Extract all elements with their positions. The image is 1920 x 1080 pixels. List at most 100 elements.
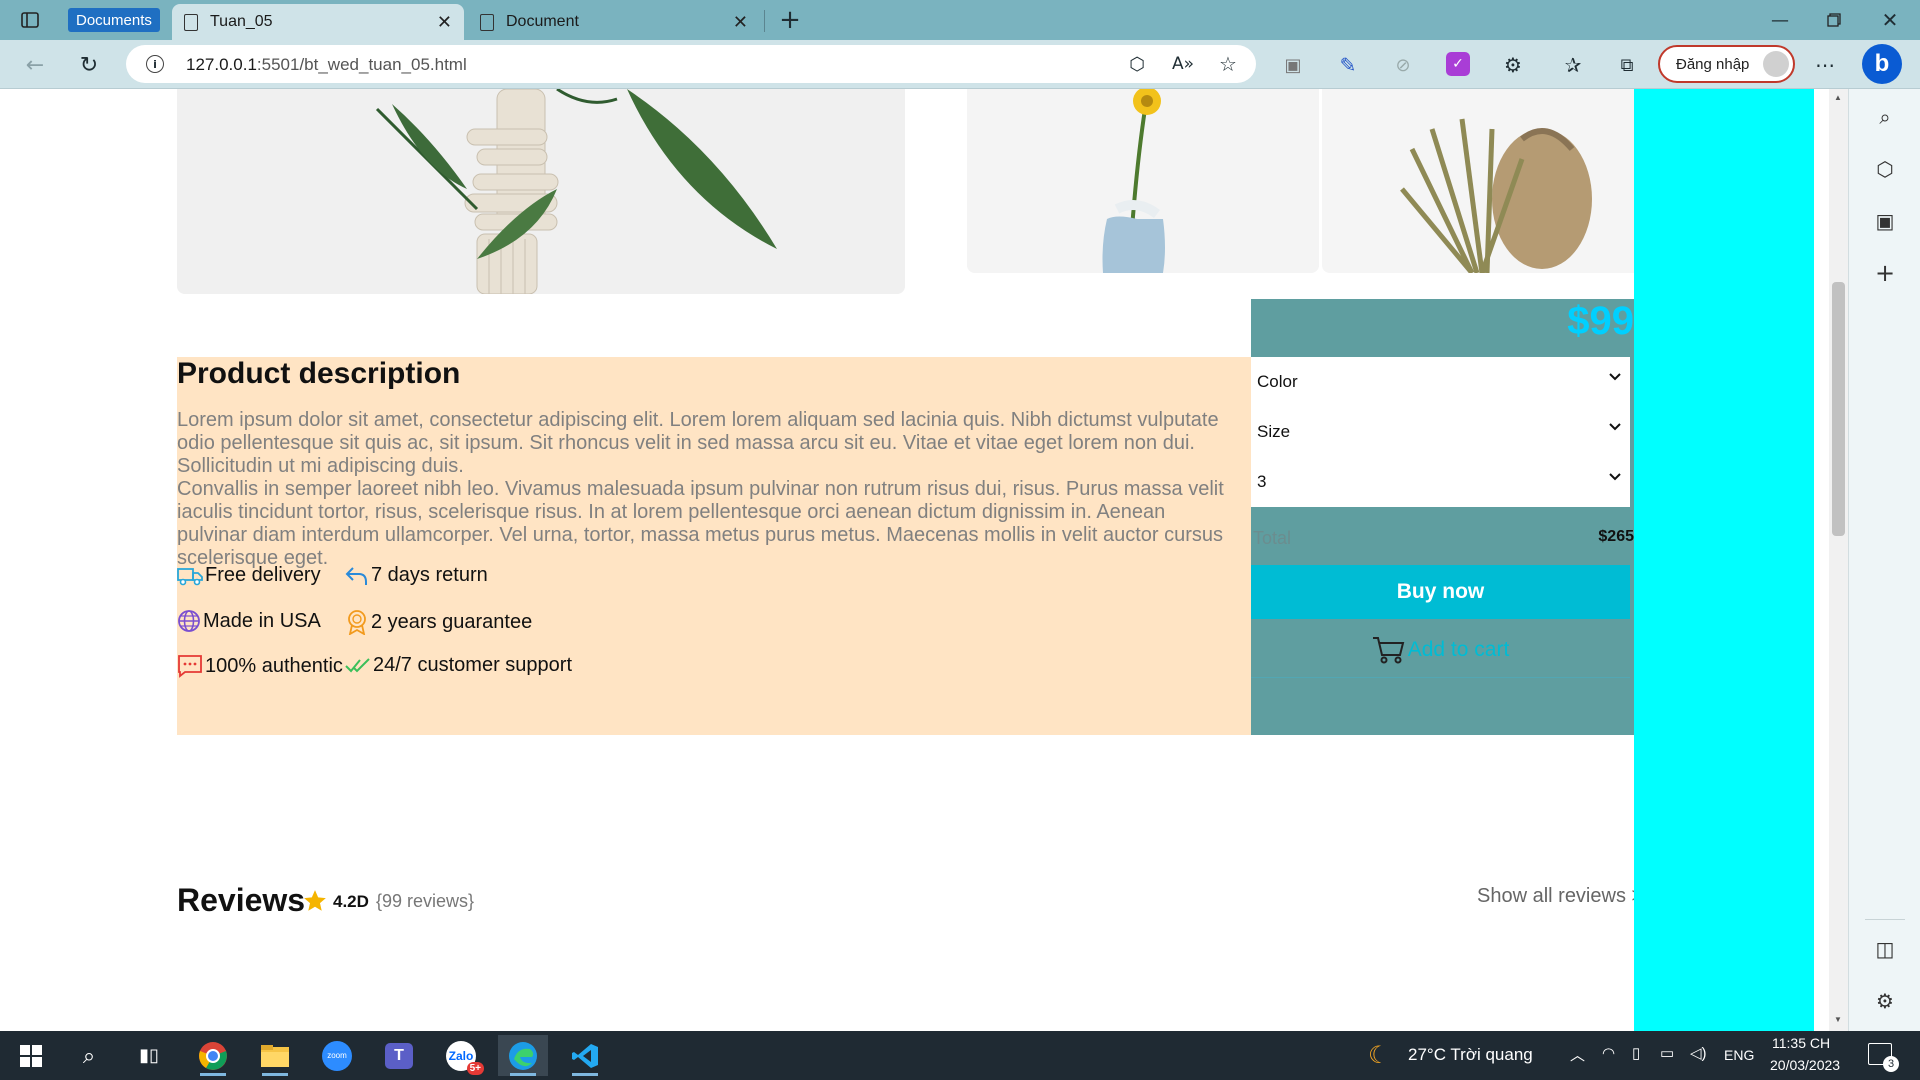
browser-toolbar: ← ↻ i 127.0.0.1:5501/bt_wed_tuan_05.html… [0, 40, 1920, 89]
feature-guarantee: 2 years guarantee [345, 609, 532, 635]
sign-in-button[interactable]: Đăng nhập [1658, 45, 1795, 83]
scrollbar-thumb[interactable] [1832, 282, 1845, 536]
new-tab-icon[interactable]: + [776, 5, 804, 35]
feature-return: 7 days return [345, 564, 488, 587]
document-icon [184, 13, 198, 31]
add-favorite-icon[interactable]: ☆ [1216, 52, 1240, 76]
chrome-icon[interactable] [188, 1035, 238, 1076]
pen-extension-icon[interactable]: ✎ [1335, 52, 1361, 78]
collections-icon[interactable]: ⧉ [1614, 52, 1640, 78]
quantity-select[interactable]: 3 [1251, 457, 1630, 507]
add-to-cart-button[interactable]: Add to cart [1251, 622, 1630, 678]
close-tab-icon[interactable]: ✕ [437, 12, 452, 33]
file-explorer-icon[interactable] [250, 1035, 300, 1076]
search-icon[interactable]: ⌕ [64, 1035, 114, 1076]
windows-start-icon[interactable] [6, 1035, 56, 1076]
language-indicator[interactable]: ENG [1724, 1047, 1754, 1063]
teams-icon[interactable]: T [374, 1035, 424, 1076]
tab-actions-icon[interactable] [18, 9, 42, 31]
feature-support: 24/7 customer support [345, 654, 572, 677]
refresh-icon[interactable]: ↻ [76, 52, 102, 78]
more-options-icon[interactable]: ⋯ [1812, 52, 1838, 78]
windows-taskbar: ⌕ ▮▯ zoom T Zalo 5+ ☾ 27°C Trời quang ︿ … [0, 1031, 1920, 1080]
tab-tuan-05[interactable]: Tuan_05 ✕ [172, 4, 464, 40]
feature-label: 100% authentic [205, 654, 343, 677]
show-all-reviews-link[interactable]: Show all reviews > [1477, 885, 1643, 908]
tab-title: Document [506, 13, 579, 30]
url-text[interactable]: 127.0.0.1:5501/bt_wed_tuan_05.html [186, 55, 467, 75]
close-window-icon[interactable]: ✕ [1878, 8, 1902, 32]
compass-icon[interactable]: ⊘ [1390, 52, 1416, 78]
task-view-icon[interactable]: ▮▯ [124, 1035, 174, 1076]
weather-moon-icon[interactable]: ☾ [1368, 1041, 1390, 1070]
outlook-icon[interactable]: ▣ [1873, 209, 1897, 233]
favorites-icon[interactable]: ✰ [1560, 52, 1586, 78]
document-icon [480, 13, 494, 31]
notifications-icon[interactable]: 3 [1868, 1043, 1899, 1072]
feature-label: 24/7 customer support [373, 654, 572, 676]
tab-group-label[interactable]: Documents [68, 8, 160, 32]
product-description-section: Product description Lorem ipsum dolor si… [177, 357, 1251, 735]
minimize-icon[interactable]: — [1768, 8, 1792, 32]
search-icon[interactable]: ⌕ [1873, 105, 1897, 129]
browser-sidebar: ⌕ ⬡ ▣ + ◫ ⚙ [1848, 89, 1920, 1031]
address-bar[interactable]: i 127.0.0.1:5501/bt_wed_tuan_05.html ⬡ A… [126, 45, 1256, 83]
size-select[interactable]: Size [1251, 407, 1630, 457]
extensions-icon[interactable]: ⚙ [1500, 52, 1526, 78]
shopping-icon[interactable]: ⬡ [1873, 157, 1897, 181]
edge-icon[interactable] [498, 1035, 548, 1076]
reviews-title: Reviews [177, 882, 306, 918]
feature-label: 7 days return [371, 564, 488, 586]
feature-made-in-usa: Made in USA [177, 609, 321, 633]
total-label: Total [1253, 528, 1292, 548]
globe-icon [178, 610, 200, 632]
weather-text[interactable]: 27°C Trời quang [1408, 1045, 1533, 1065]
clock-time[interactable]: 11:35 CH [1772, 1035, 1830, 1051]
zoom-icon[interactable]: zoom [312, 1035, 362, 1076]
scroll-up-icon[interactable]: ▲ [1834, 93, 1842, 102]
buy-now-button[interactable]: Buy now [1251, 565, 1630, 619]
bing-chat-icon[interactable]: b [1862, 44, 1902, 84]
extension-icon[interactable]: ▣ [1280, 52, 1306, 78]
url-path: :5501/bt_wed_tuan_05.html [256, 55, 467, 74]
tag-icon[interactable]: ⬡ [1126, 53, 1148, 75]
zalo-icon[interactable]: Zalo 5+ [436, 1035, 486, 1076]
close-tab-icon[interactable]: ✕ [733, 12, 748, 33]
chevron-down-icon [1609, 373, 1621, 381]
scroll-down-icon[interactable]: ▼ [1834, 1015, 1842, 1024]
site-info-icon[interactable]: i [146, 55, 164, 73]
description-text: Lorem ipsum dolor sit amet, consectetur … [177, 409, 1237, 570]
device-icon[interactable]: ▯ [1632, 1044, 1640, 1062]
back-icon[interactable]: ← [22, 52, 48, 78]
hide-sidebar-icon[interactable]: ◫ [1873, 937, 1897, 961]
vscode-icon[interactable] [560, 1035, 610, 1076]
zalo-badge: 5+ [466, 1061, 484, 1075]
page-viewport: Product description Lorem ipsum dolor si… [0, 89, 1829, 1031]
quantity-select-value: 3 [1257, 472, 1267, 491]
product-image-main [177, 89, 905, 294]
read-aloud-icon[interactable]: A» [1170, 53, 1196, 75]
restore-icon[interactable] [1822, 8, 1846, 32]
return-arrow-icon [345, 566, 367, 585]
color-select[interactable]: Color [1251, 357, 1630, 407]
network-icon[interactable]: ◠ [1602, 1044, 1615, 1062]
feature-label: Made in USA [203, 609, 321, 632]
award-icon [348, 610, 366, 635]
chat-icon [178, 655, 202, 678]
add-sidebar-icon[interactable]: + [1873, 259, 1897, 287]
add-to-cart-label: Add to cart [1407, 637, 1510, 661]
clock-date[interactable]: 20/03/2023 [1770, 1057, 1840, 1073]
volume-icon[interactable]: ◁) [1690, 1044, 1707, 1062]
description-paragraph-1: Lorem ipsum dolor sit amet, consectetur … [177, 409, 1219, 477]
size-select-value: Size [1257, 422, 1291, 441]
settings-gear-icon[interactable]: ⚙ [1873, 989, 1897, 1013]
tab-title: Tuan_05 [210, 13, 273, 30]
page-scrollbar[interactable]: ▲ ▼ [1829, 89, 1848, 1031]
product-image-dried-plant [1322, 89, 1634, 273]
tray-overflow-icon[interactable]: ︿ [1570, 1044, 1585, 1065]
tab-document[interactable]: Document ✕ [468, 4, 760, 40]
feature-authentic: 100% authentic [177, 654, 343, 678]
extension-purple-icon[interactable]: ✓ [1446, 52, 1470, 76]
double-check-icon [345, 657, 370, 672]
battery-icon[interactable]: ▭ [1660, 1044, 1674, 1062]
